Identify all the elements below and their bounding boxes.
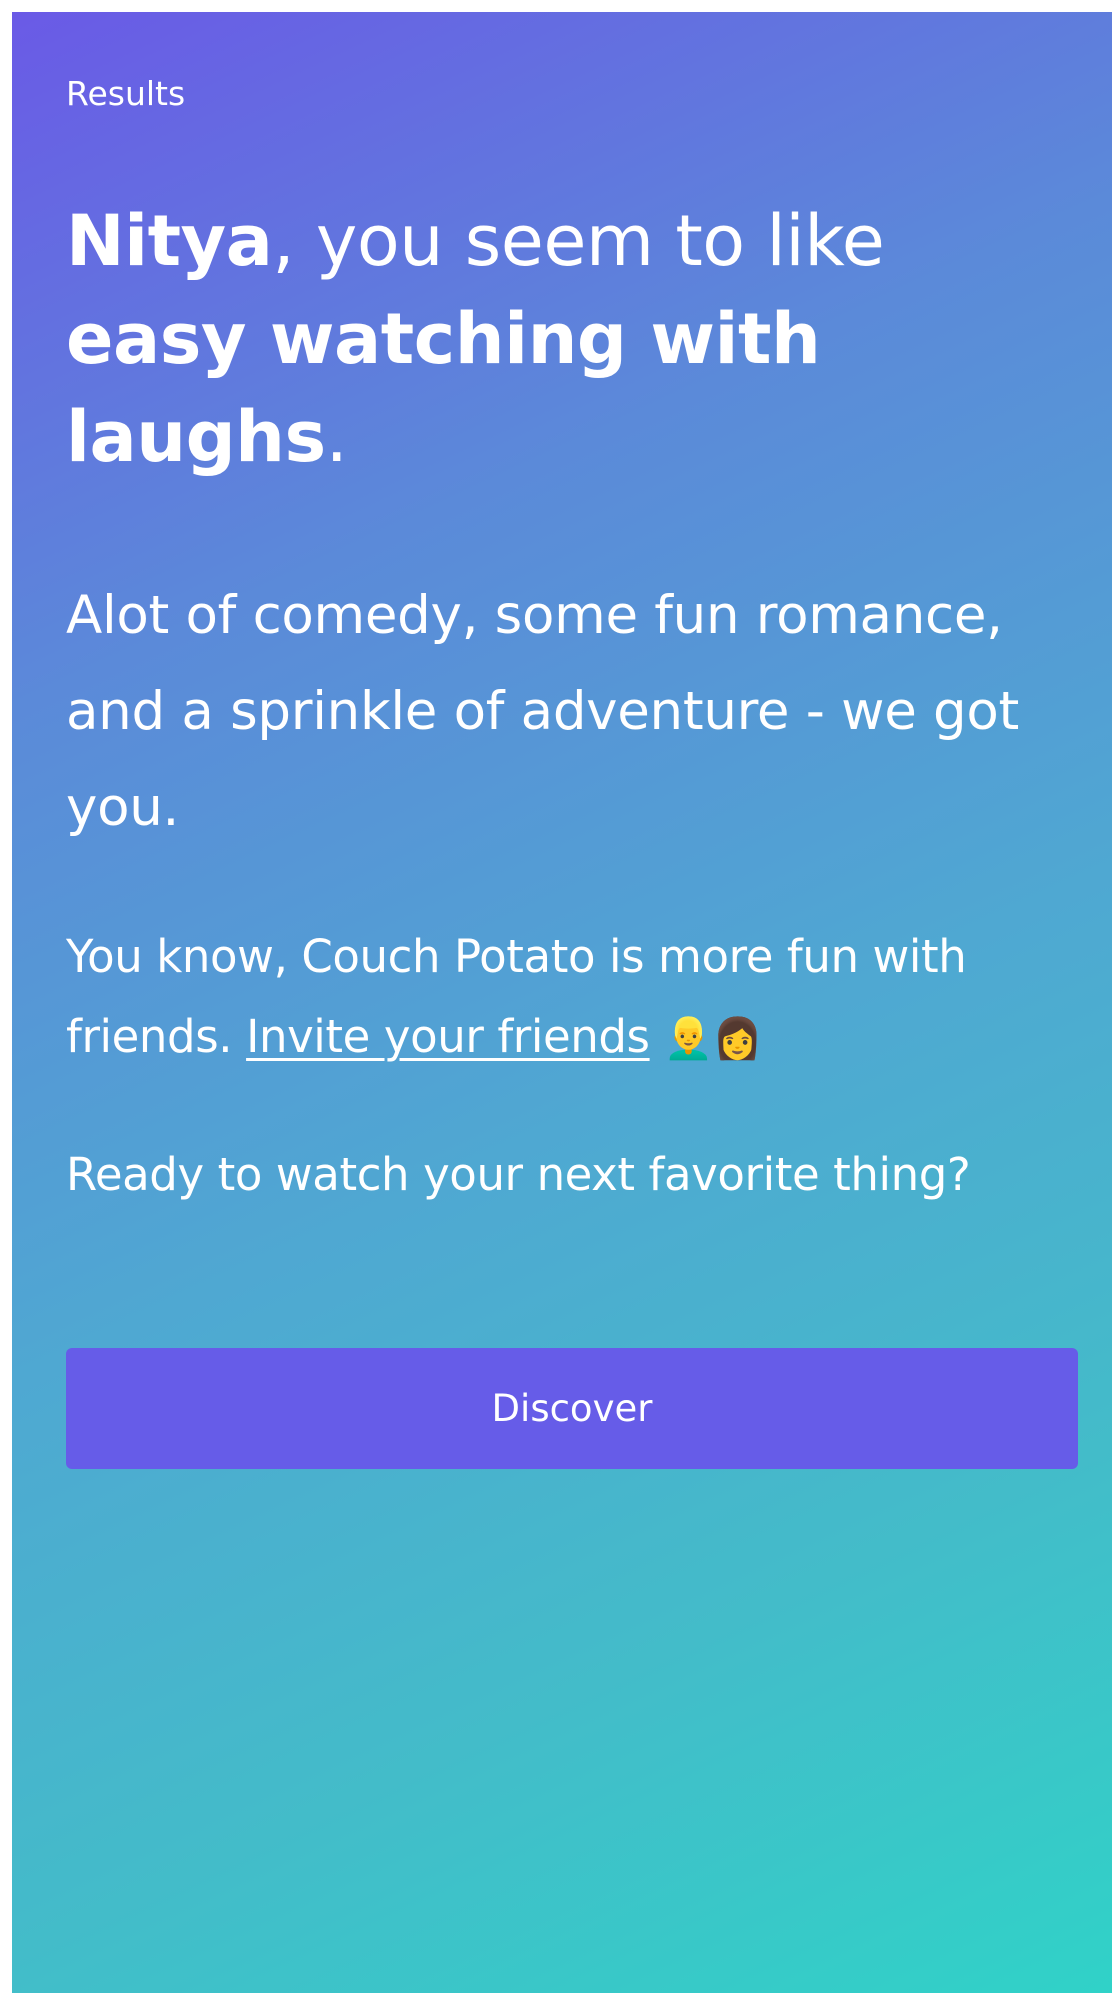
ready-prompt: Ready to watch your next favorite thing? (66, 1148, 971, 1201)
results-screen: Results Nitya, you seem to like easy wat… (12, 12, 1112, 1993)
page-title: Nitya, you seem to like easy watching wi… (66, 192, 1066, 486)
title-end-punctuation: . (325, 396, 348, 478)
viewing-preference: easy watching with laughs (66, 298, 821, 478)
user-name: Nitya (66, 200, 273, 282)
invite-friends-link[interactable]: Invite your friends (246, 1010, 650, 1063)
invite-paragraph: You know, Couch Potato is more fun with … (66, 917, 1086, 1077)
discover-button[interactable]: Discover (66, 1348, 1078, 1469)
friends-emoji-icon: 👱‍♂️👩 (663, 1016, 763, 1062)
page-eyebrow: Results (66, 74, 186, 113)
preference-description: Alot of comedy, some fun romance, and a … (66, 585, 1020, 838)
title-middle-text: , you seem to like (272, 200, 885, 282)
